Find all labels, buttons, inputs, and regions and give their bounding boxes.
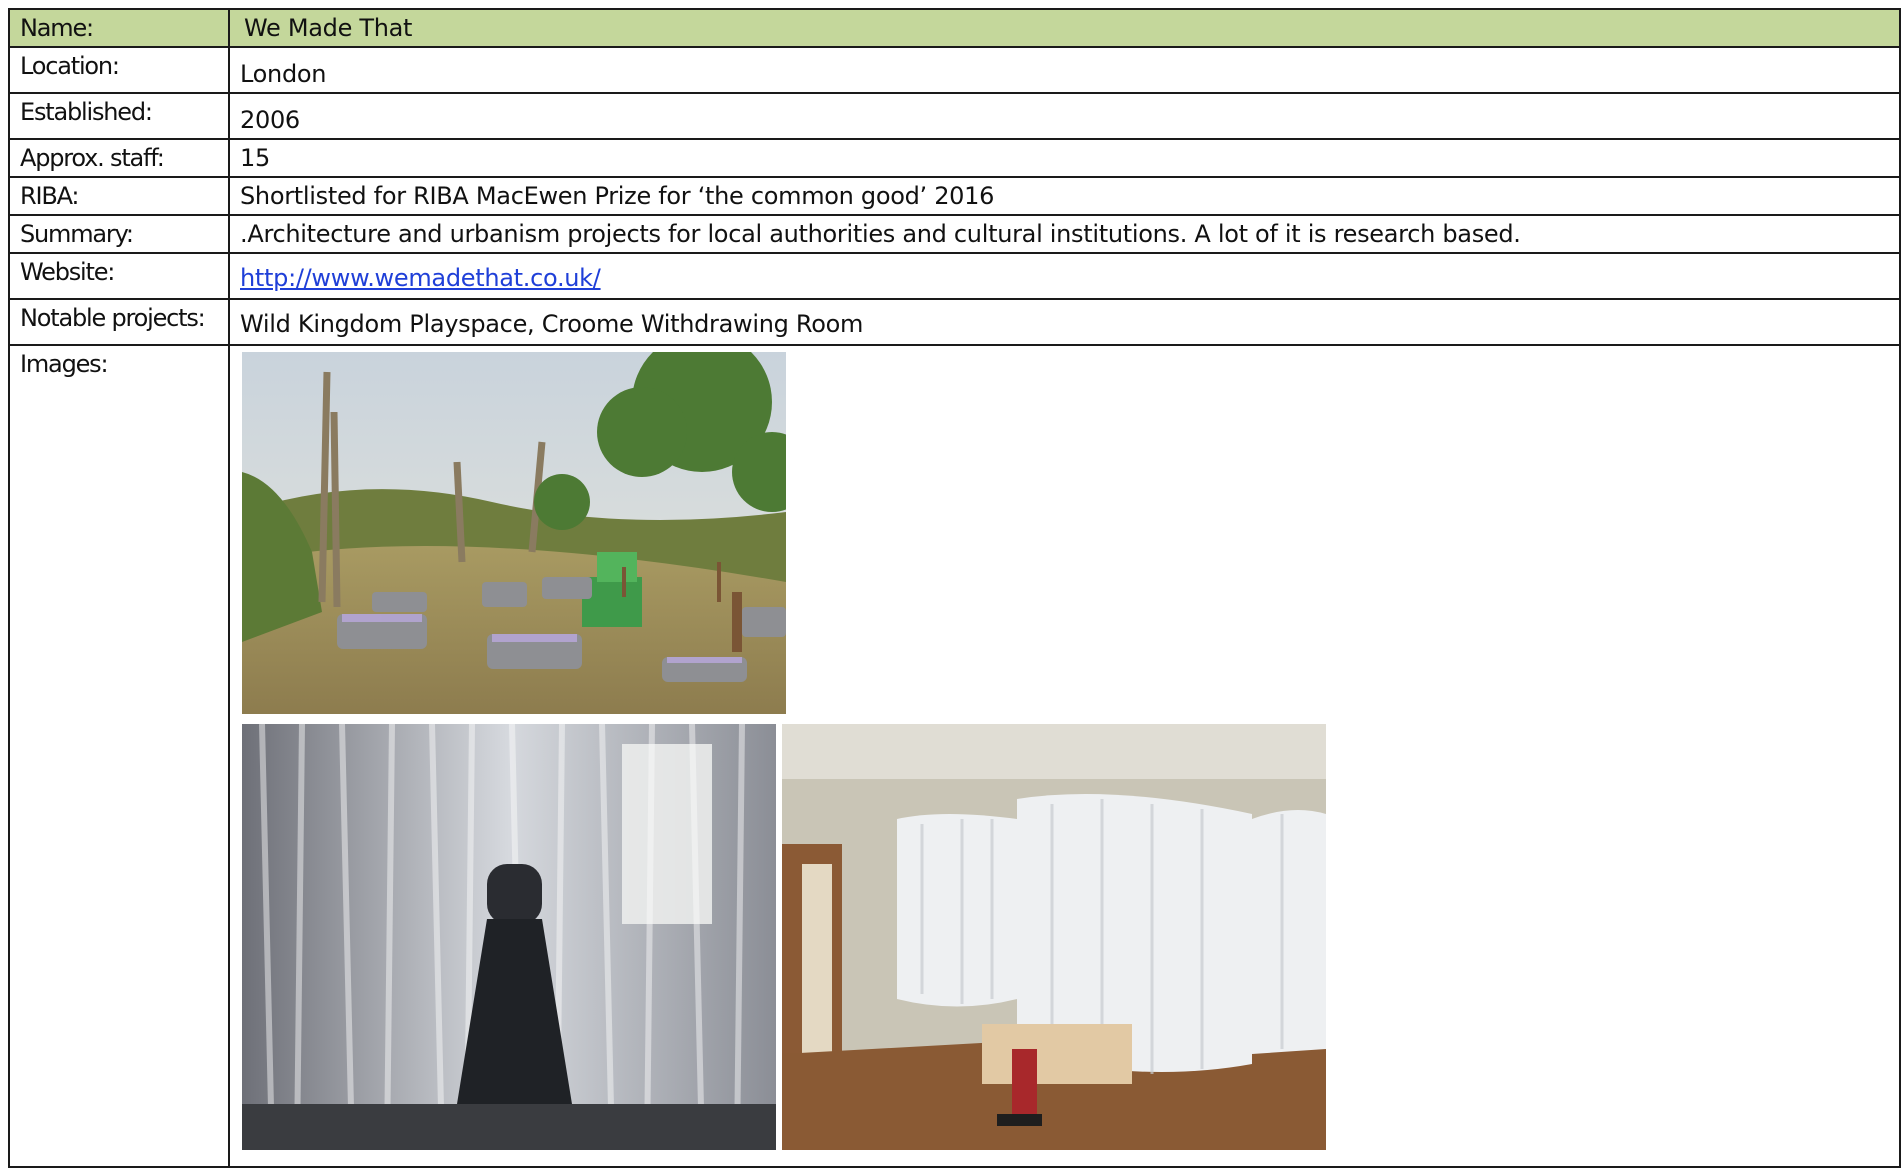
riba-text: Shortlisted for RIBA MacEwen Prize for ‘… bbox=[240, 182, 995, 210]
website-link[interactable]: http://www.wemadethat.co.uk/ bbox=[240, 264, 601, 292]
notable-text: Wild Kingdom Playspace, Croome Withdrawi… bbox=[240, 310, 864, 338]
staff-label: Approx. staff: bbox=[8, 138, 230, 178]
staff-value: 15 bbox=[228, 138, 1901, 178]
photo-withdrawing-room bbox=[782, 724, 1326, 1150]
established-value: 2006 bbox=[228, 92, 1901, 140]
summary-text: .Architecture and urbanism projects for … bbox=[240, 220, 1521, 248]
images-label: Images: bbox=[8, 344, 230, 1168]
staff-text: 15 bbox=[240, 144, 270, 172]
summary-label: Summary: bbox=[8, 214, 230, 254]
row-website: Website: http://www.wemadethat.co.uk/ bbox=[8, 252, 1901, 300]
location-value: London bbox=[228, 46, 1901, 94]
name-text: We Made That bbox=[244, 14, 413, 42]
established-label: Established: bbox=[8, 92, 230, 140]
images-cell bbox=[228, 344, 1901, 1168]
name-label: Name: bbox=[8, 8, 230, 48]
name-value: We Made That bbox=[228, 8, 1901, 48]
row-riba: RIBA: Shortlisted for RIBA MacEwen Prize… bbox=[8, 176, 1901, 216]
row-established: Established: 2006 bbox=[8, 92, 1901, 140]
location-text: London bbox=[240, 60, 327, 88]
studio-profile-table: Name: We Made That Location: London Esta… bbox=[8, 8, 1901, 1168]
riba-value: Shortlisted for RIBA MacEwen Prize for ‘… bbox=[228, 176, 1901, 216]
row-images: Images: bbox=[8, 344, 1901, 1168]
row-name: Name: We Made That bbox=[8, 8, 1901, 48]
website-value: http://www.wemadethat.co.uk/ bbox=[228, 252, 1901, 300]
photo-playspace bbox=[242, 352, 786, 714]
photo-curtain-person bbox=[242, 724, 776, 1150]
row-summary: Summary: .Architecture and urbanism proj… bbox=[8, 214, 1901, 254]
website-label: Website: bbox=[8, 252, 230, 300]
row-location: Location: London bbox=[8, 46, 1901, 94]
riba-label: RIBA: bbox=[8, 176, 230, 216]
established-text: 2006 bbox=[240, 106, 300, 134]
row-notable-projects: Notable projects: Wild Kingdom Playspace… bbox=[8, 298, 1901, 346]
row-staff: Approx. staff: 15 bbox=[8, 138, 1901, 178]
notable-label: Notable projects: bbox=[8, 298, 230, 346]
summary-value: .Architecture and urbanism projects for … bbox=[228, 214, 1901, 254]
location-label: Location: bbox=[8, 46, 230, 94]
notable-value: Wild Kingdom Playspace, Croome Withdrawi… bbox=[228, 298, 1901, 346]
